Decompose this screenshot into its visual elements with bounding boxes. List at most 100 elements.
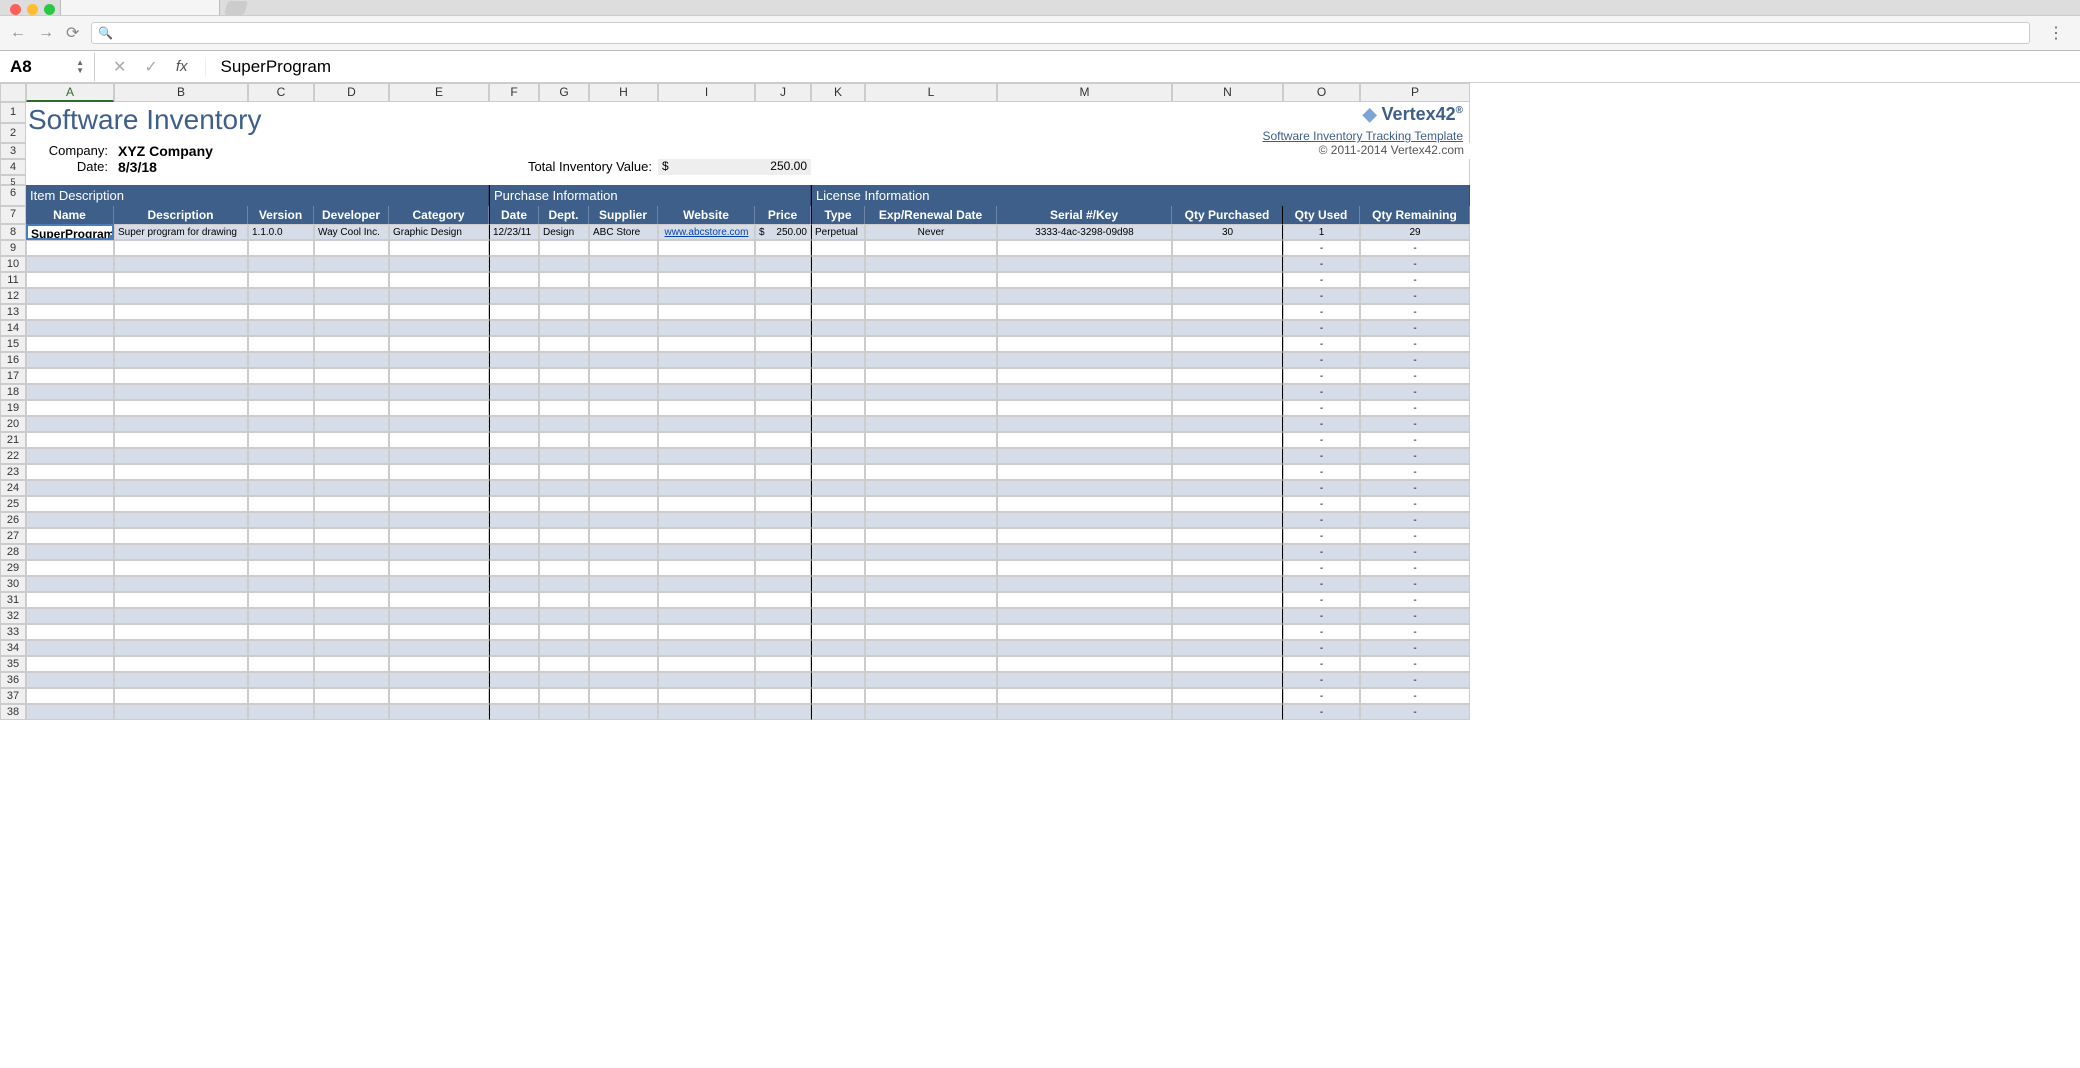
cell-empty[interactable]: - (1360, 272, 1470, 288)
cell-empty[interactable]: - (1360, 368, 1470, 384)
cell-empty[interactable] (811, 688, 865, 704)
cell-empty[interactable] (389, 592, 489, 608)
cell-empty[interactable] (114, 400, 248, 416)
cell-empty[interactable] (248, 448, 314, 464)
hdr-developer[interactable]: Developer (314, 206, 389, 224)
cell-empty[interactable] (539, 432, 589, 448)
cell-empty[interactable] (539, 656, 589, 672)
col-header-I[interactable]: I (658, 83, 755, 102)
hdr-price[interactable]: Price (755, 206, 811, 224)
cell-empty[interactable] (658, 704, 755, 720)
hdr-name[interactable]: Name (26, 206, 114, 224)
col-header-N[interactable]: N (1172, 83, 1283, 102)
hdr-dept[interactable]: Dept. (539, 206, 589, 224)
cell-empty[interactable] (658, 240, 755, 256)
name-box-stepper[interactable]: ▲▼ (76, 59, 84, 75)
cell-empty[interactable] (248, 480, 314, 496)
row-header-38[interactable]: 38 (0, 704, 26, 720)
cell-empty[interactable] (865, 688, 997, 704)
row-header-22[interactable]: 22 (0, 448, 26, 464)
cell-empty[interactable] (389, 304, 489, 320)
cell-empty[interactable] (248, 608, 314, 624)
cell-empty[interactable] (589, 464, 658, 480)
cell-empty[interactable] (248, 464, 314, 480)
cell-empty[interactable]: - (1360, 656, 1470, 672)
cell-empty[interactable] (589, 480, 658, 496)
cell-empty[interactable] (865, 672, 997, 688)
row-header-6[interactable]: 6 (0, 185, 26, 206)
cell-empty[interactable] (658, 576, 755, 592)
cell-empty[interactable]: - (1360, 624, 1470, 640)
cell-empty[interactable] (811, 304, 865, 320)
cell-empty[interactable]: - (1360, 304, 1470, 320)
cell-empty[interactable] (1172, 416, 1283, 432)
cell-empty[interactable] (114, 496, 248, 512)
cell-empty[interactable] (589, 256, 658, 272)
cell-serial[interactable]: 3333-4ac-3298-09d98 (997, 224, 1172, 240)
col-header-D[interactable]: D (314, 83, 389, 102)
cell-empty[interactable] (865, 464, 997, 480)
cell-empty[interactable] (489, 640, 539, 656)
cell-empty[interactable] (248, 560, 314, 576)
cell-empty[interactable] (314, 416, 389, 432)
cell-empty[interactable] (248, 624, 314, 640)
cell-empty[interactable] (389, 544, 489, 560)
cell-empty[interactable] (489, 320, 539, 336)
cell-empty[interactable] (114, 544, 248, 560)
hdr-website[interactable]: Website (658, 206, 755, 224)
cell-empty[interactable] (489, 560, 539, 576)
cell-empty[interactable] (997, 256, 1172, 272)
cell-empty[interactable] (865, 368, 997, 384)
cell-empty[interactable]: - (1283, 544, 1360, 560)
cell-empty[interactable] (755, 528, 811, 544)
cell-empty[interactable] (658, 352, 755, 368)
cell-empty[interactable] (389, 608, 489, 624)
minimize-window-icon[interactable] (27, 4, 38, 15)
cell-exp[interactable]: Never (865, 224, 997, 240)
cell-empty[interactable] (997, 336, 1172, 352)
cell-empty[interactable] (26, 240, 114, 256)
cell-empty[interactable] (755, 624, 811, 640)
cell-empty[interactable] (26, 672, 114, 688)
cell-empty[interactable] (865, 240, 997, 256)
cell-empty[interactable]: - (1360, 704, 1470, 720)
cell-empty[interactable] (865, 512, 997, 528)
cell-empty[interactable] (489, 672, 539, 688)
cell-empty[interactable] (539, 672, 589, 688)
cell-empty[interactable]: - (1283, 608, 1360, 624)
cell-empty[interactable] (589, 368, 658, 384)
cell-empty[interactable] (114, 448, 248, 464)
cell-empty[interactable] (1172, 672, 1283, 688)
hdr-qtyr[interactable]: Qty Remaining (1360, 206, 1470, 224)
cell-empty[interactable] (26, 384, 114, 400)
cell-empty[interactable] (755, 656, 811, 672)
row-header-25[interactable]: 25 (0, 496, 26, 512)
cell-empty[interactable] (997, 416, 1172, 432)
total-value[interactable]: 250.00 (755, 159, 811, 175)
cell-empty[interactable] (1172, 384, 1283, 400)
cell-empty[interactable] (1172, 240, 1283, 256)
cell-empty[interactable] (811, 624, 865, 640)
cell-empty[interactable] (539, 352, 589, 368)
col-header-B[interactable]: B (114, 83, 248, 102)
cell-empty[interactable] (811, 384, 865, 400)
cell-empty[interactable] (389, 272, 489, 288)
cell-empty[interactable] (658, 640, 755, 656)
cell-empty[interactable] (248, 288, 314, 304)
cell-empty[interactable] (865, 656, 997, 672)
cell-empty[interactable] (1172, 688, 1283, 704)
cell-empty[interactable] (589, 432, 658, 448)
cell-empty[interactable] (26, 256, 114, 272)
cell-empty[interactable] (997, 400, 1172, 416)
cell-name[interactable]: SuperProgram (26, 224, 114, 240)
cell-empty[interactable]: - (1360, 416, 1470, 432)
cell-empty[interactable] (489, 688, 539, 704)
row-header-7[interactable]: 7 (0, 206, 26, 224)
cell-website[interactable]: www.abcstore.com (658, 224, 755, 240)
cell-empty[interactable] (997, 704, 1172, 720)
cell-empty[interactable] (539, 448, 589, 464)
cell-empty[interactable] (314, 288, 389, 304)
cell-empty[interactable] (539, 528, 589, 544)
cell-empty[interactable] (114, 304, 248, 320)
cell-empty[interactable] (997, 304, 1172, 320)
